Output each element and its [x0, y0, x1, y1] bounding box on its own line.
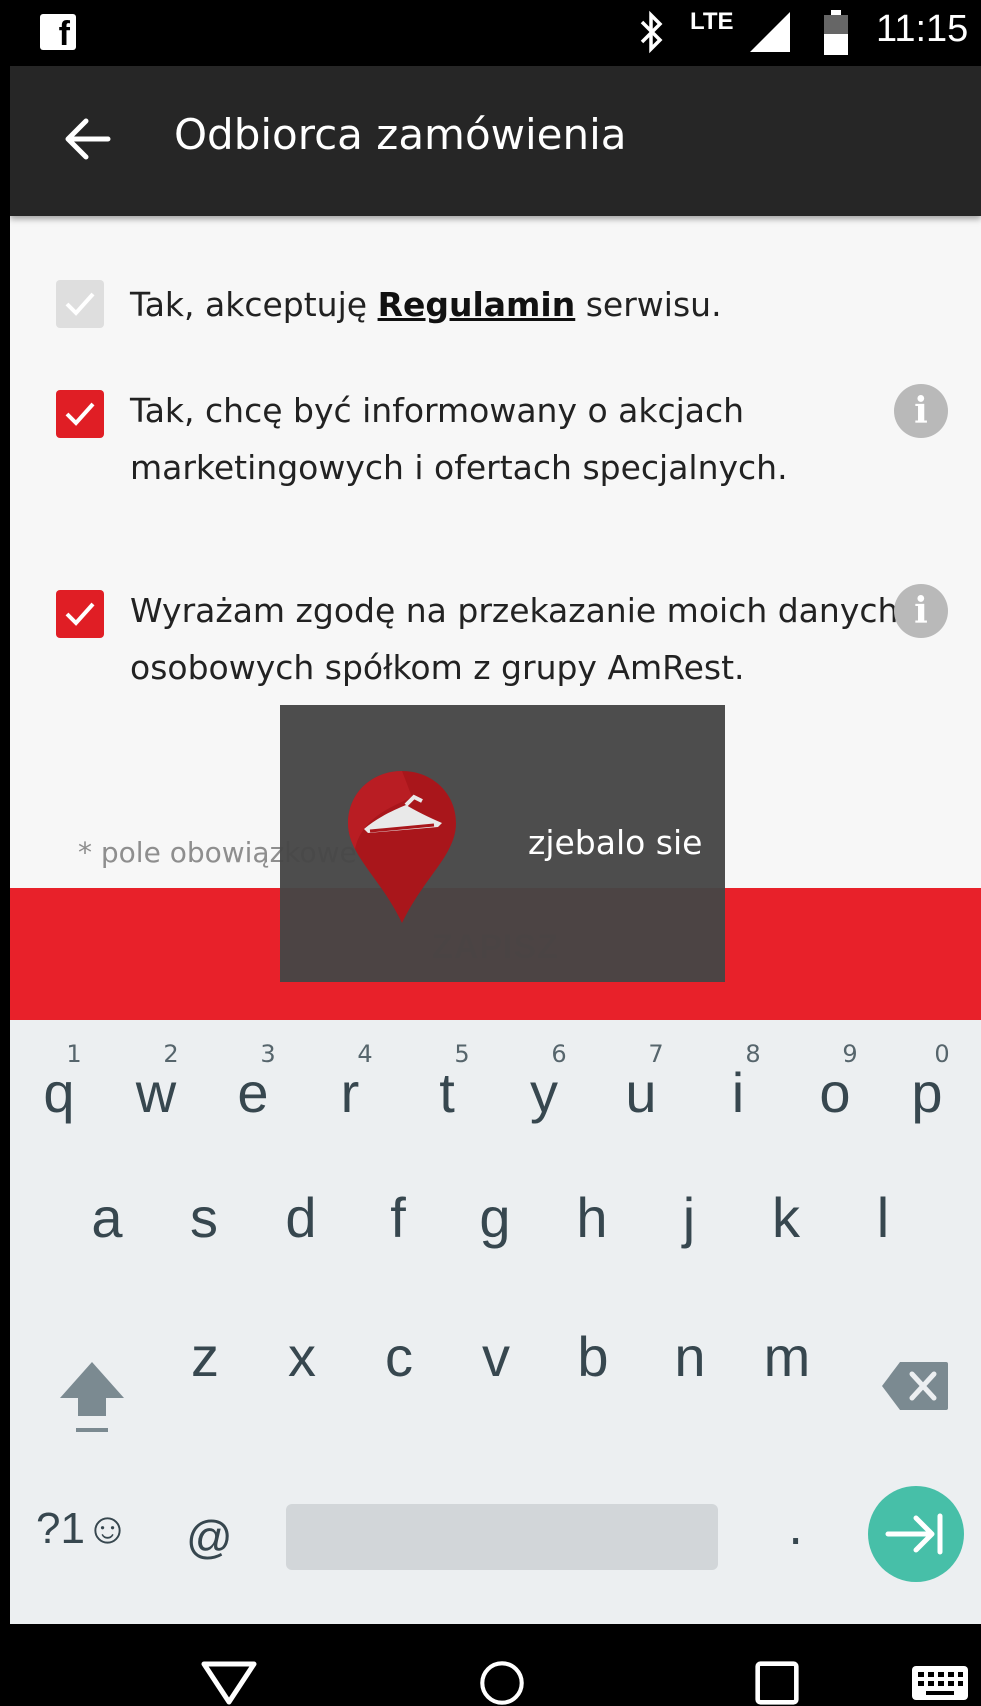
back-triangle-icon[interactable]: [200, 1660, 258, 1706]
key-j[interactable]: j: [644, 1180, 734, 1320]
facebook-icon: f: [40, 14, 76, 52]
info-icon[interactable]: i: [894, 584, 948, 638]
data-sharing-checkbox[interactable]: [56, 590, 104, 638]
terms-link[interactable]: Regulamin: [378, 285, 576, 324]
marketing-checkbox[interactable]: [56, 390, 104, 438]
data-sharing-text: Wyrażam zgodę na przekazanie moich danyc…: [130, 591, 899, 687]
key-l[interactable]: l: [838, 1180, 928, 1320]
key-r[interactable]: 4r: [305, 1020, 395, 1160]
key-b[interactable]: b: [548, 1324, 638, 1464]
key-k[interactable]: k: [741, 1180, 831, 1320]
key-h[interactable]: h: [547, 1180, 637, 1320]
key-y[interactable]: 6y: [499, 1020, 589, 1160]
key-at[interactable]: @: [186, 1510, 233, 1564]
key-w[interactable]: 2w: [111, 1020, 201, 1160]
app-bar: Odbiorca zamówienia: [10, 66, 981, 216]
key-d[interactable]: d: [256, 1180, 346, 1320]
arrow-left-icon[interactable]: [62, 116, 112, 162]
next-field-button[interactable]: [868, 1486, 964, 1582]
pizza-hut-pin-icon: [348, 771, 456, 923]
keyboard-icon[interactable]: [910, 1660, 970, 1706]
key-p[interactable]: 0p: [882, 1020, 972, 1160]
key-i[interactable]: 8i: [693, 1020, 783, 1160]
next-field-icon: [885, 1513, 943, 1555]
toast-message: zjebalo sie: [528, 823, 703, 862]
signal-icon: [750, 12, 790, 52]
error-toast: zjebalo sie: [280, 705, 725, 982]
home-circle-icon[interactable]: [474, 1660, 530, 1706]
clock: 11:15: [876, 8, 969, 50]
marketing-text: Tak, chcę być informowany o akcjach mark…: [130, 391, 788, 487]
recents-square-icon[interactable]: [752, 1660, 802, 1706]
soft-keyboard: 1q 2w 3e 4r 5t 6y 7u 8i 9o 0p a s d f g …: [10, 1020, 981, 1624]
key-x[interactable]: x: [257, 1324, 347, 1464]
key-period[interactable]: .: [788, 1500, 803, 1556]
battery-icon: [824, 10, 848, 55]
system-navigation-bar: [0, 1624, 981, 1706]
key-u[interactable]: 7u: [596, 1020, 686, 1160]
shift-icon[interactable]: [56, 1358, 128, 1438]
spacebar[interactable]: [286, 1504, 718, 1570]
key-a[interactable]: a: [62, 1180, 152, 1320]
key-s[interactable]: s: [159, 1180, 249, 1320]
key-z[interactable]: z: [160, 1324, 250, 1464]
key-e[interactable]: 3e: [208, 1020, 298, 1160]
backspace-icon[interactable]: [880, 1360, 950, 1412]
key-t[interactable]: 5t: [402, 1020, 492, 1160]
key-g[interactable]: g: [450, 1180, 540, 1320]
key-v[interactable]: v: [451, 1324, 541, 1464]
bluetooth-icon: [640, 10, 663, 54]
symbols-key[interactable]: ?1☺: [36, 1504, 130, 1554]
terms-checkbox[interactable]: [56, 280, 104, 328]
key-o[interactable]: 9o: [790, 1020, 880, 1160]
info-icon[interactable]: i: [894, 384, 948, 438]
network-type-label: LTE: [690, 8, 734, 35]
key-m[interactable]: m: [742, 1324, 832, 1464]
terms-text: Tak, akceptuję Regulamin serwisu.: [130, 285, 722, 324]
page-title: Odbiorca zamówienia: [174, 110, 627, 159]
key-n[interactable]: n: [645, 1324, 735, 1464]
key-c[interactable]: c: [354, 1324, 444, 1464]
key-f[interactable]: f: [353, 1180, 443, 1320]
status-bar: f LTE 11:15: [0, 0, 981, 66]
key-q[interactable]: 1q: [14, 1020, 104, 1160]
